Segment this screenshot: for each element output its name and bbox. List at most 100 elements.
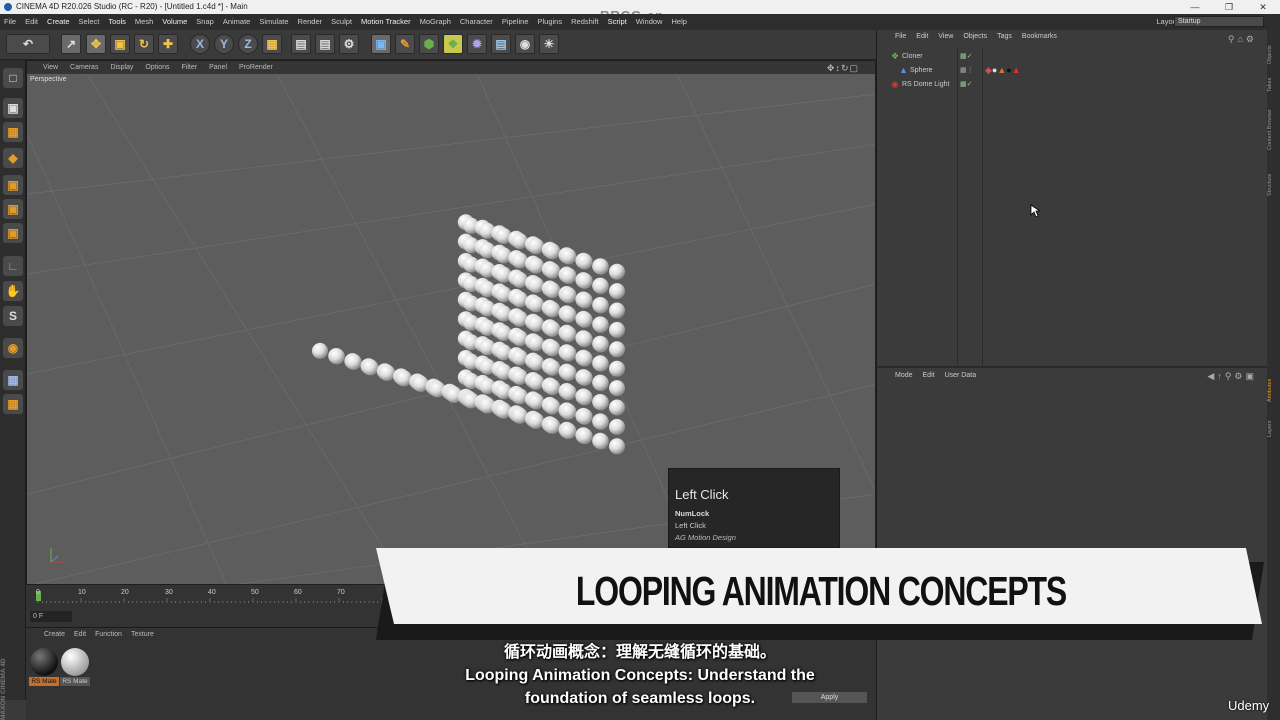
workplane-icon[interactable]: ◆ <box>3 148 23 168</box>
objmgr-menu-bookmarks[interactable]: Bookmarks <box>1022 33 1057 45</box>
menu-file[interactable]: File <box>4 14 16 30</box>
redshift-tag-icon[interactable]: ▲ <box>1012 65 1021 75</box>
attrmgr-menu-user-data[interactable]: User Data <box>945 372 977 379</box>
recent-tool-icon[interactable]: ✚ <box>158 34 178 54</box>
menu-mesh[interactable]: Mesh <box>135 14 153 30</box>
scale-tool-icon[interactable]: ▣ <box>110 34 130 54</box>
visibility-toggle-icon[interactable]: ▦✓ <box>960 50 972 63</box>
camera-icon[interactable]: ◉ <box>515 34 535 54</box>
menu-plugins[interactable]: Plugins <box>538 14 563 30</box>
viewport-menu-view[interactable]: View <box>43 61 58 74</box>
undo-button[interactable]: ↶ <box>6 34 50 54</box>
viewport-menu-filter[interactable]: Filter <box>182 61 198 74</box>
z-axis-lock-button[interactable]: Z <box>238 34 258 54</box>
menu-render[interactable]: Render <box>298 14 323 30</box>
material-menu-create[interactable]: Create <box>44 631 65 643</box>
viewport-menu-prorender[interactable]: ProRender <box>239 61 273 74</box>
texture-mode-icon[interactable]: ▦ <box>3 122 23 142</box>
visibility-toggle-icon[interactable]: ▦⋮ <box>960 64 974 77</box>
viewport-navigation-icons[interactable]: ✥↕↻▢ <box>827 62 859 75</box>
current-frame-field[interactable]: 0 F <box>30 611 72 622</box>
x-axis-lock-button[interactable]: X <box>190 34 210 54</box>
menu-mograph[interactable]: MoGraph <box>420 14 451 30</box>
material-tag-icon[interactable]: ▲ <box>997 65 1006 75</box>
menu-snap[interactable]: Snap <box>196 14 214 30</box>
light-icon[interactable]: ☀ <box>539 34 559 54</box>
menu-pipeline[interactable]: Pipeline <box>502 14 529 30</box>
tab-attributes[interactable]: Attributes <box>1267 370 1280 410</box>
menu-help[interactable]: Help <box>671 14 686 30</box>
coordinate-system-icon[interactable]: ▦ <box>262 34 282 54</box>
objmgr-menu-file[interactable]: File <box>895 33 906 45</box>
lock-workplane-icon[interactable]: ▦ <box>3 370 23 390</box>
object-row-rs-dome-light[interactable]: ◉ RS Dome Light ▦✓ <box>877 78 1268 91</box>
enable-snap-icon[interactable]: ◉ <box>3 338 23 358</box>
minimize-button[interactable]: — <box>1178 0 1212 14</box>
material-thumbnail-black[interactable] <box>30 648 58 676</box>
objmgr-search-icon[interactable]: ⚲⌂⚙ <box>1228 34 1257 45</box>
menu-tools[interactable]: Tools <box>108 14 126 30</box>
material-thumbnail-white[interactable] <box>61 648 89 676</box>
planar-workplane-icon[interactable]: ▦ <box>3 394 23 414</box>
tab-content-browser[interactable]: Content Browser <box>1267 100 1280 160</box>
viewport-menu-cameras[interactable]: Cameras <box>70 61 98 74</box>
cube-object-icon[interactable]: ▣ <box>371 34 391 54</box>
move-tool-icon[interactable]: ✥ <box>86 34 106 54</box>
viewport-menu-options[interactable]: Options <box>145 61 169 74</box>
attrmgr-nav-icons[interactable]: ◀↑⚲⚙▣ <box>1207 371 1257 382</box>
object-row-cloner[interactable]: ❖ Cloner ▦✓ <box>877 50 1268 63</box>
tweak-mode-icon[interactable]: ✋ <box>3 281 23 301</box>
render-view-icon[interactable]: ▤ <box>291 34 311 54</box>
material-menu-function[interactable]: Function <box>95 631 122 643</box>
edges-mode-icon[interactable]: ▣ <box>3 199 23 219</box>
polygons-mode-icon[interactable]: ▣ <box>3 223 23 243</box>
attrmgr-menu-edit[interactable]: Edit <box>923 372 935 379</box>
texture-tag-icon[interactable]: ◆ <box>985 65 992 75</box>
snapping-icon[interactable]: S <box>3 306 23 326</box>
model-mode-icon[interactable]: ▣ <box>3 98 23 118</box>
tab-structure[interactable]: Structure <box>1267 165 1280 205</box>
make-editable-icon[interactable]: □ <box>3 68 23 88</box>
menu-character[interactable]: Character <box>460 14 493 30</box>
menu-window[interactable]: Window <box>636 14 663 30</box>
close-button[interactable]: ✕ <box>1246 0 1280 14</box>
objmgr-menu-view[interactable]: View <box>938 33 953 45</box>
objmgr-menu-objects[interactable]: Objects <box>963 33 987 45</box>
select-tool-icon[interactable]: ↗ <box>61 34 81 54</box>
render-settings-icon[interactable]: ⚙ <box>339 34 359 54</box>
menu-script[interactable]: Script <box>608 14 627 30</box>
pen-spline-icon[interactable]: ✎ <box>395 34 415 54</box>
objmgr-menu-tags[interactable]: Tags <box>997 33 1012 45</box>
material-menu-edit[interactable]: Edit <box>74 631 86 643</box>
viewport-menu-panel[interactable]: Panel <box>209 61 227 74</box>
object-row-sphere[interactable]: ▲ Sphere ▦⋮ ◆●▲●▲ <box>877 64 1268 77</box>
attrmgr-menu-mode[interactable]: Mode <box>895 372 913 379</box>
menu-redshift[interactable]: Redshift <box>571 14 599 30</box>
menu-motion-tracker[interactable]: Motion Tracker <box>361 14 411 30</box>
menu-edit[interactable]: Edit <box>25 14 38 30</box>
subdivision-icon[interactable]: ⬢ <box>419 34 439 54</box>
rotate-tool-icon[interactable]: ↻ <box>134 34 154 54</box>
sphere-tags[interactable]: ◆●▲●▲ <box>985 64 1021 77</box>
tab-takes[interactable]: Takes <box>1267 75 1280 95</box>
y-axis-lock-button[interactable]: Y <box>214 34 234 54</box>
tab-objects[interactable]: Objects <box>1267 40 1280 70</box>
material-menu-texture[interactable]: Texture <box>131 631 154 643</box>
cloner-icon[interactable]: ❖ <box>443 34 463 54</box>
objmgr-menu-edit[interactable]: Edit <box>916 33 928 45</box>
tab-layers[interactable]: Layers <box>1267 415 1280 443</box>
menu-animate[interactable]: Animate <box>223 14 251 30</box>
maximize-button[interactable]: ❐ <box>1212 0 1246 14</box>
render-picture-viewer-icon[interactable]: ▤ <box>315 34 335 54</box>
menu-simulate[interactable]: Simulate <box>259 14 288 30</box>
layout-select[interactable]: Startup <box>1174 16 1264 27</box>
points-mode-icon[interactable]: ▣ <box>3 175 23 195</box>
menu-sculpt[interactable]: Sculpt <box>331 14 352 30</box>
menu-volume[interactable]: Volume <box>162 14 187 30</box>
axis-mode-icon[interactable]: ∟ <box>3 256 23 276</box>
floor-icon[interactable]: ▤ <box>491 34 511 54</box>
viewport-menu-display[interactable]: Display <box>110 61 133 74</box>
menu-select[interactable]: Select <box>79 14 100 30</box>
deformer-icon[interactable]: ✹ <box>467 34 487 54</box>
menu-create[interactable]: Create <box>47 14 70 30</box>
